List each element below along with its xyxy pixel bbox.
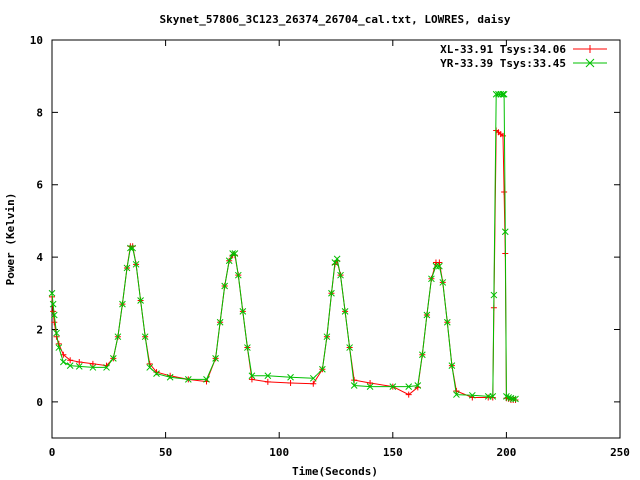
series-1 xyxy=(48,90,519,403)
y-tick-labels: 0 2 4 6 8 10 xyxy=(30,34,44,409)
plot-frame xyxy=(51,39,621,439)
data-point xyxy=(501,188,508,195)
y-tick-label: 4 xyxy=(36,251,43,264)
chart-title: Skynet_57806_3C123_26374_26704_cal.txt, … xyxy=(160,13,511,26)
y-tick-label: 6 xyxy=(36,179,43,192)
data-point xyxy=(264,378,271,385)
legend: XL-33.91 Tsys:34.06 YR-33.39 Tsys:33.45 xyxy=(440,43,607,70)
series-0 xyxy=(49,127,519,404)
plot-series xyxy=(48,90,519,404)
x-tick-label: 100 xyxy=(269,446,289,459)
legend-label-xl: XL-33.91 Tsys:34.06 xyxy=(440,43,566,56)
y-tick-label: 10 xyxy=(30,34,43,47)
x-tick-label: 200 xyxy=(496,446,516,459)
data-point xyxy=(287,380,294,387)
legend-marker-xl xyxy=(586,45,594,53)
x-tick-label: 0 xyxy=(49,446,56,459)
chart: Skynet_57806_3C123_26374_26704_cal.txt, … xyxy=(4,13,630,478)
y-tick-label: 8 xyxy=(36,106,43,119)
x-tick-labels: 0 50 100 150 200 250 xyxy=(49,446,630,459)
y-axis-label: Power (Kelvin) xyxy=(4,193,17,286)
axis-ticks xyxy=(51,39,621,438)
data-point xyxy=(310,380,317,387)
tick-marks xyxy=(51,39,621,438)
x-axis-label: Time(Seconds) xyxy=(292,465,378,478)
y-tick-label: 2 xyxy=(36,323,43,336)
x-tick-label: 150 xyxy=(383,446,403,459)
data-point xyxy=(60,358,67,366)
x-tick-label: 250 xyxy=(610,446,630,459)
x-tick-label: 50 xyxy=(159,446,172,459)
legend-label-yr: YR-33.39 Tsys:33.45 xyxy=(440,57,566,70)
series-line xyxy=(51,129,516,401)
series-line xyxy=(51,93,516,400)
y-tick-label: 0 xyxy=(36,396,43,409)
